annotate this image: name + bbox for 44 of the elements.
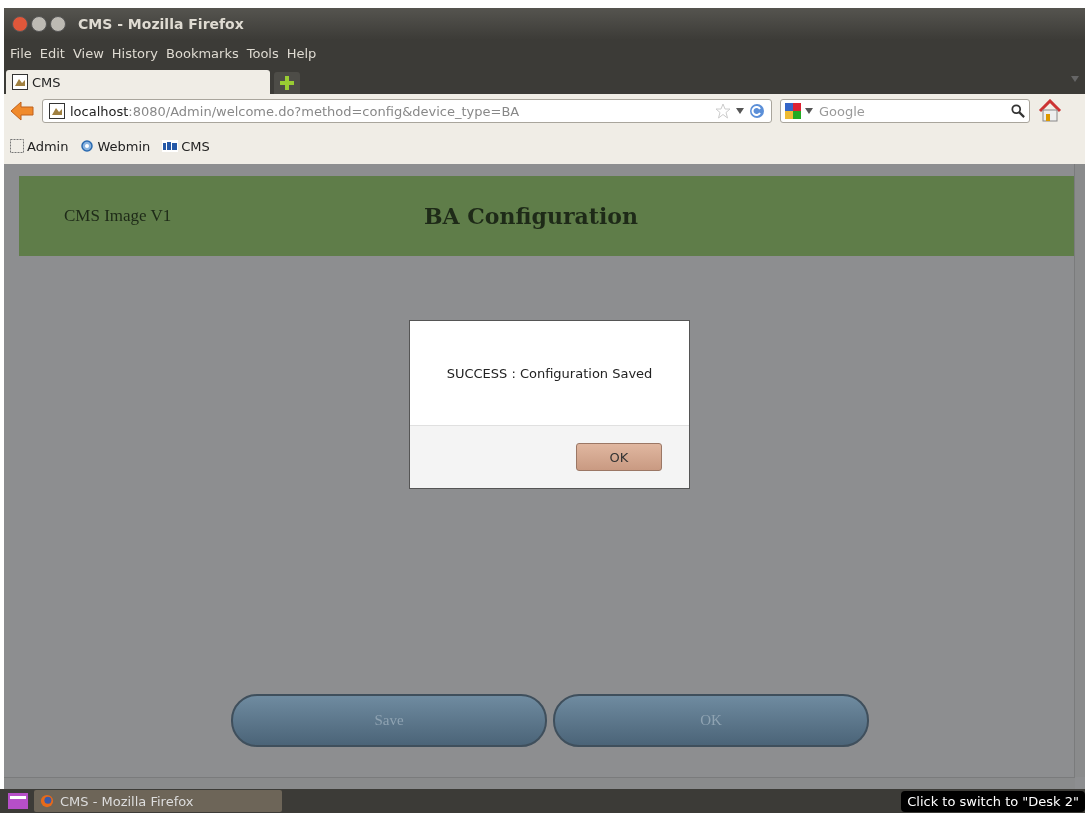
close-button[interactable] [12,16,28,32]
dropdown-icon[interactable] [736,107,744,115]
search-engine-icon[interactable] [785,103,801,119]
window-title: CMS - Mozilla Firefox [78,16,244,32]
bookmark-item[interactable]: Admin [10,138,69,154]
maximize-button[interactable] [50,16,66,32]
taskbar-button[interactable]: CMS - Mozilla Firefox [34,790,282,812]
url-host: localhost [70,103,129,119]
menu-item[interactable]: Help [286,45,317,61]
menu-item[interactable]: Bookmarks [166,45,239,61]
address-field[interactable]: localhost:8080/Admin/welcome.do?method=config&device_type=BA [42,99,772,123]
home-icon[interactable] [1038,99,1062,123]
minimize-button[interactable] [31,16,47,32]
ok-button[interactable]: OK [576,443,662,471]
page-icon [12,74,28,90]
page-icon [49,103,65,119]
plus-icon [280,76,294,90]
menu-item[interactable]: History [111,45,159,61]
blank-page-icon [10,139,24,153]
dialog-message: SUCCESS : Configuration Saved [446,365,653,381]
desktop-icon[interactable] [8,793,28,809]
reload-icon[interactable] [749,103,765,119]
logo-icon [162,140,179,152]
browser-tab[interactable]: CMS [6,70,270,94]
page-heading: BA Configuration [424,203,638,229]
menu-item[interactable]: View [72,45,104,61]
menu-item[interactable]: Tools [246,45,279,61]
browser-icon [40,794,54,808]
bookmark-item[interactable]: CMS [162,138,210,154]
gear-icon [80,139,95,153]
new-tab-button[interactable] [274,72,300,94]
vertical-scrollbar[interactable] [1074,164,1085,777]
brand-label: CMS Image V1 [64,206,173,226]
search-icon[interactable] [1011,104,1025,118]
tooltip: Click to switch to "Desk 2" [901,790,1085,812]
menu-item[interactable]: Edit [39,45,65,61]
bookmark-item[interactable]: Webmin [80,138,151,154]
back-arrow-icon[interactable] [10,101,34,121]
url-path: :8080/Admin/welcome.do?method=config&device_type=BA [128,103,520,119]
search-bar[interactable]: Google [780,99,1030,123]
dropdown-icon[interactable] [805,107,813,115]
menu-item[interactable]: File [10,45,32,61]
star-icon[interactable] [715,103,731,119]
horizontal-scrollbar[interactable] [4,777,1075,789]
